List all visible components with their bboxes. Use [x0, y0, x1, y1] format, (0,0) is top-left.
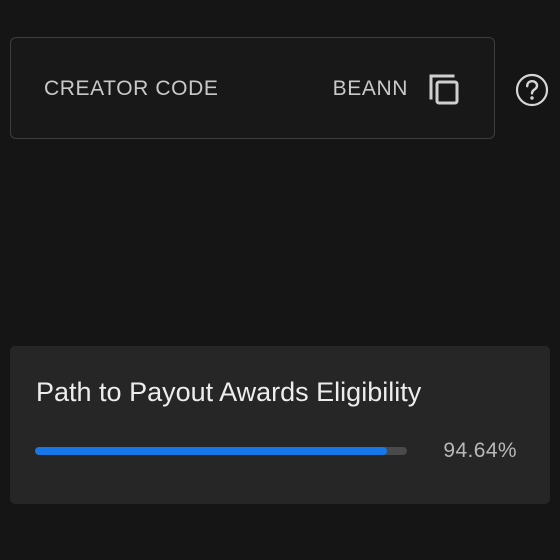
copy-icon-graphic: [429, 74, 459, 105]
payout-eligibility-card: Path to Payout Awards Eligibility 94.64%: [10, 346, 550, 504]
creator-code-value: BEANN: [332, 77, 408, 100]
payout-progress-value: 94.64%: [443, 439, 517, 462]
help-icon-graphic: [515, 73, 549, 107]
creator-code-label: CREATOR CODE: [44, 77, 219, 100]
payout-progress-bar: [35, 447, 407, 455]
copy-icon[interactable]: [427, 72, 461, 106]
creator-code-card: CREATOR CODE BEANN: [10, 37, 495, 139]
payout-eligibility-title: Path to Payout Awards Eligibility: [36, 377, 422, 407]
payout-progress-fill: [35, 447, 388, 455]
question-circle-icon[interactable]: [514, 72, 550, 108]
